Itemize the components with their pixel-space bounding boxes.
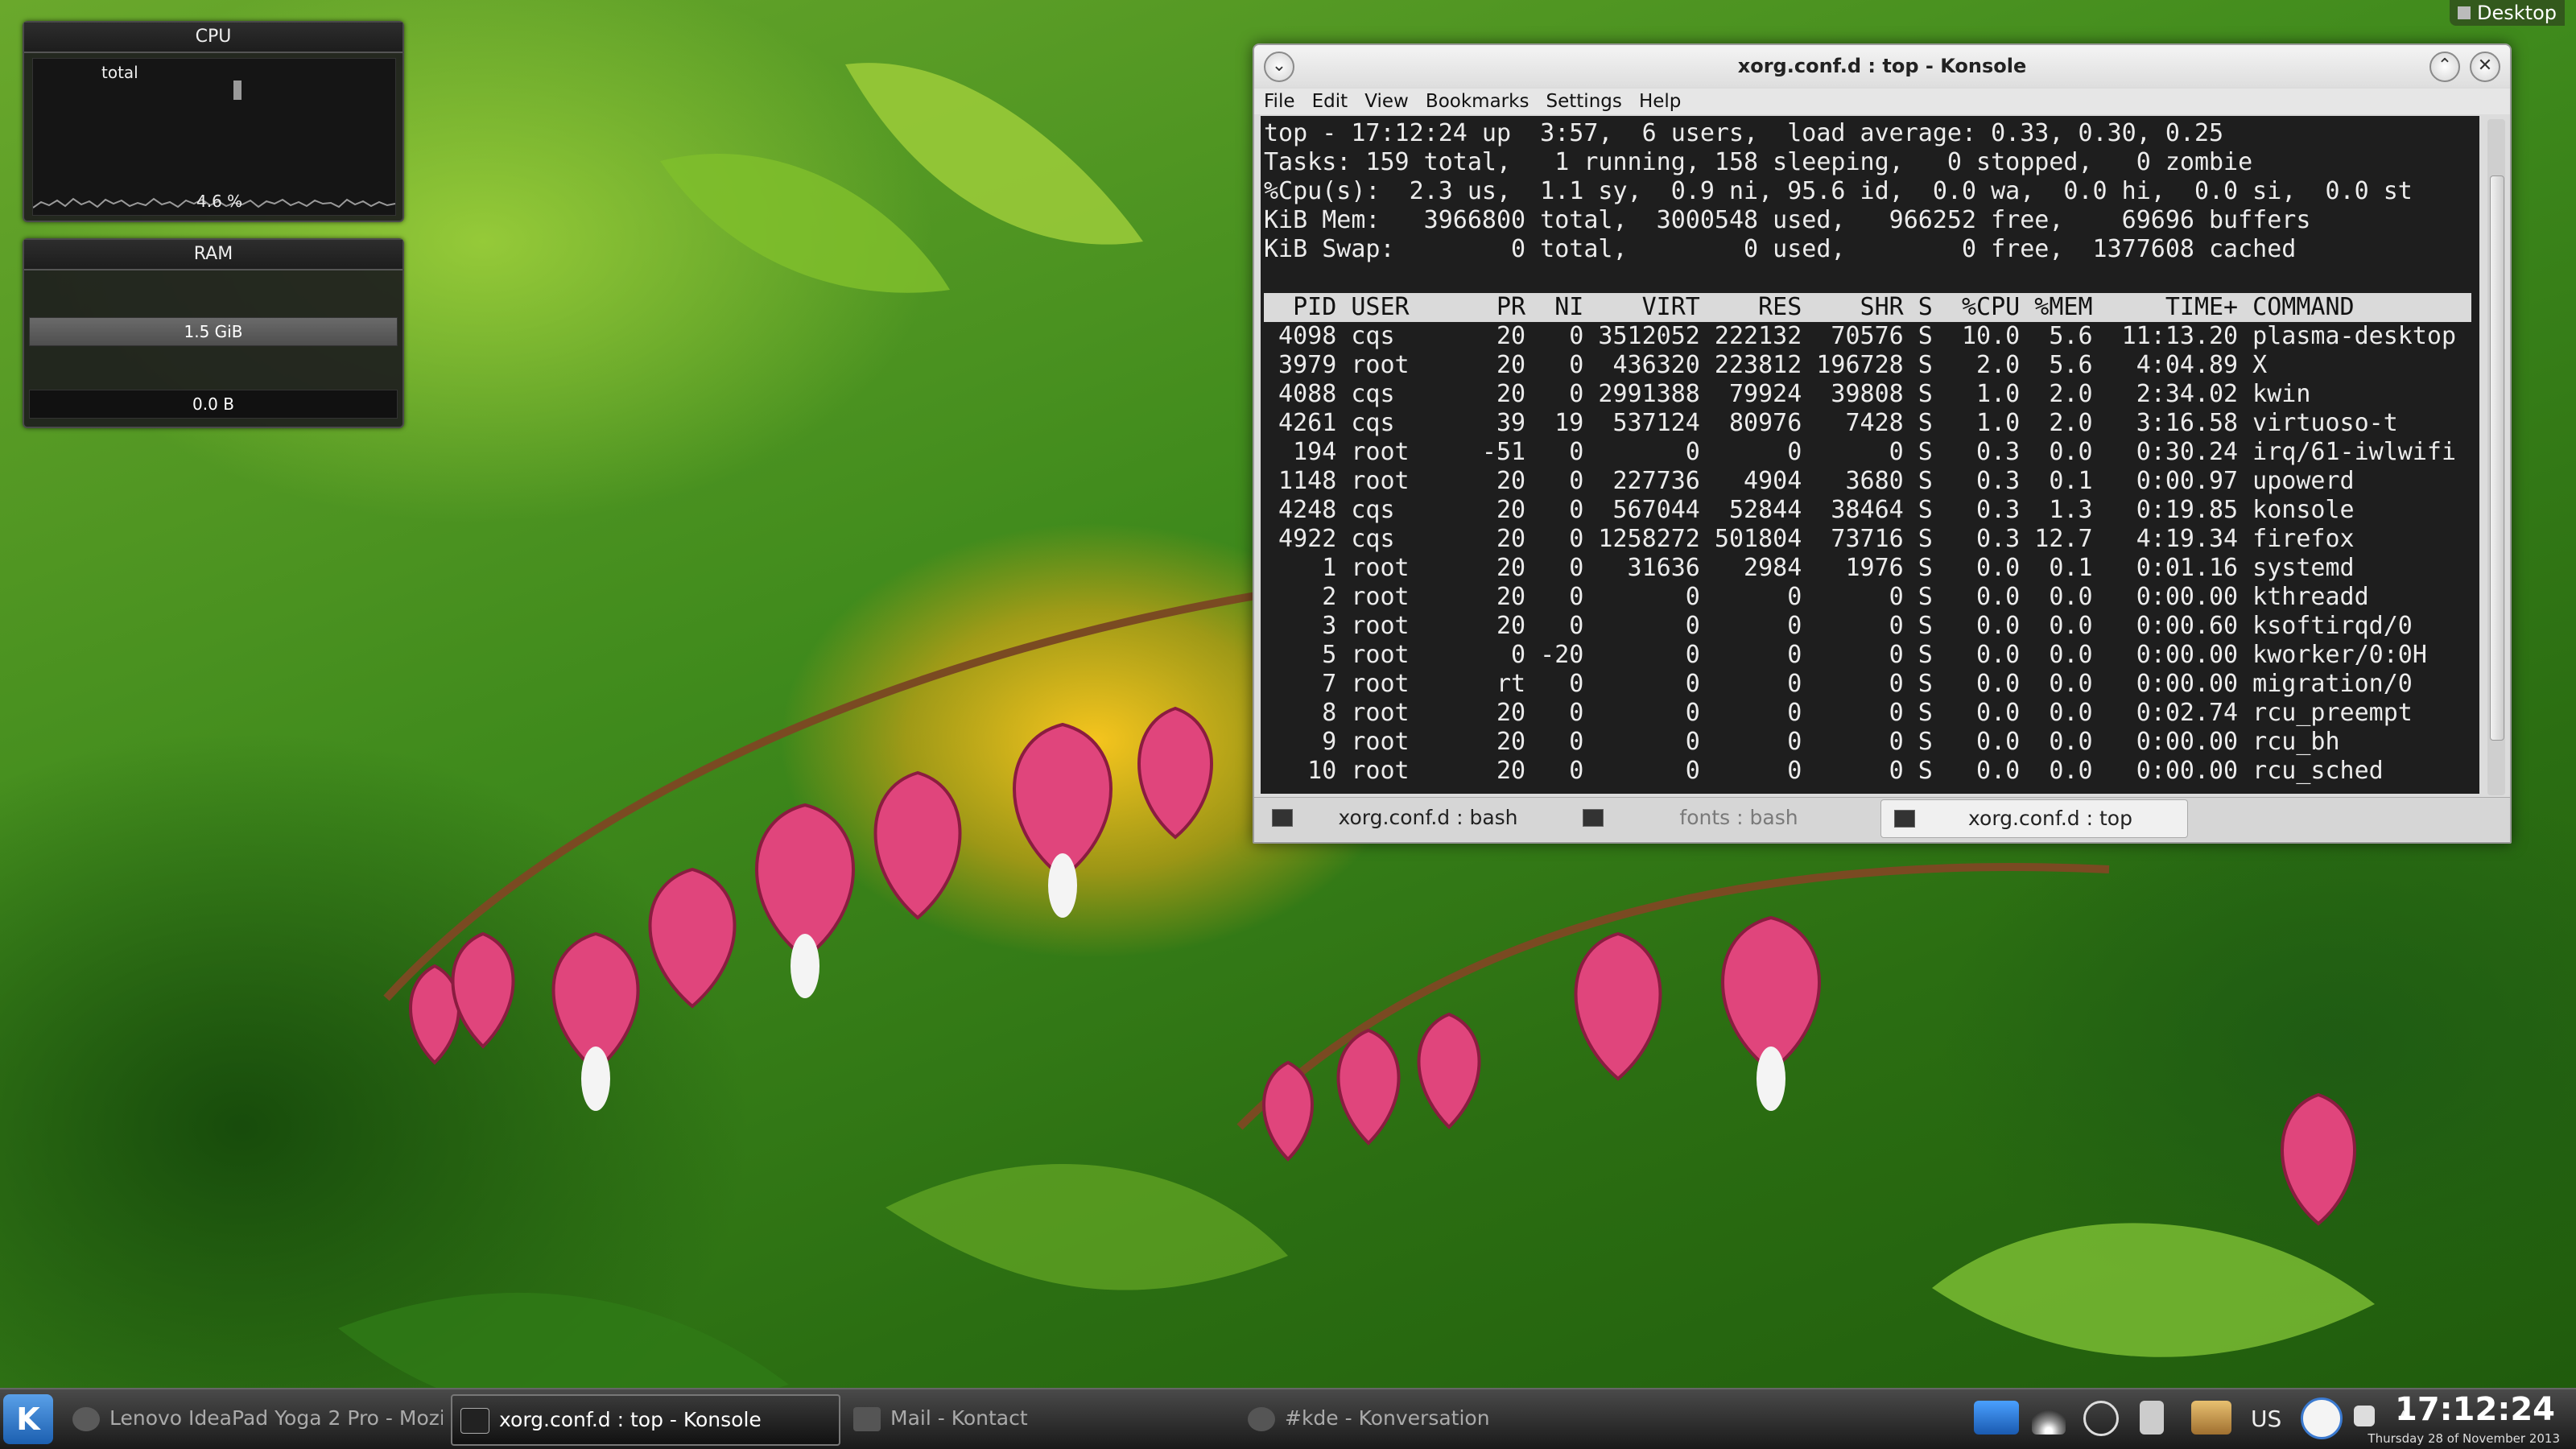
task-label: #kde - Konversation bbox=[1285, 1406, 1490, 1430]
cpu-total-label: total bbox=[101, 63, 138, 82]
tab-label: xorg.conf.d : bash bbox=[1338, 806, 1518, 829]
terminal-scrollbar[interactable] bbox=[2487, 119, 2505, 795]
ram-used-bar: 1.5 GiB bbox=[29, 317, 398, 346]
terminal-icon bbox=[1583, 809, 1604, 827]
ram-widget-title: RAM bbox=[24, 240, 402, 270]
menu-settings[interactable]: Settings bbox=[1546, 89, 1622, 114]
menu-bookmarks[interactable]: Bookmarks bbox=[1426, 89, 1530, 114]
konsole-tabbar: xorg.conf.d : bash fonts : bash xorg.con… bbox=[1254, 797, 2510, 841]
task-konversation[interactable]: #kde - Konversation bbox=[1240, 1394, 1610, 1443]
terminal-icon bbox=[1894, 810, 1915, 828]
chevron-down-icon: ⌄ bbox=[1271, 56, 1287, 76]
menu-view[interactable]: View bbox=[1364, 89, 1409, 114]
process-row: 4088 cqs 20 0 2991388 79924 39808 S 1.0 … bbox=[1264, 380, 2311, 408]
task-label: Lenovo IdeaPad Yoga 2 Pro - Mozill bbox=[109, 1406, 443, 1430]
process-row: 4248 cqs 20 0 567044 52844 38464 S 0.3 1… bbox=[1264, 496, 2355, 524]
tab-xorg-top[interactable]: xorg.conf.d : top bbox=[1880, 799, 2188, 838]
tab-xorg-bash[interactable]: xorg.conf.d : bash bbox=[1259, 799, 1565, 836]
process-row: 4922 cqs 20 0 1258272 501804 73716 S 0.3… bbox=[1264, 525, 2355, 553]
task-firefox[interactable]: Lenovo IdeaPad Yoga 2 Pro - Mozill bbox=[64, 1394, 443, 1443]
ram-monitor-widget[interactable]: RAM 1.5 GiB 0.0 B bbox=[23, 238, 404, 428]
kde-logo-icon: K bbox=[16, 1402, 40, 1437]
clock-icon[interactable] bbox=[2301, 1397, 2343, 1439]
process-row: 4261 cqs 39 19 537124 80976 7428 S 1.0 2… bbox=[1264, 409, 2398, 437]
process-row: 2 root 20 0 0 0 0 S 0.0 0.0 0:00.00 kthr… bbox=[1264, 583, 2369, 611]
terminal-icon bbox=[1272, 809, 1293, 827]
process-row: 7 root rt 0 0 0 0 S 0.0 0.0 0:00.00 migr… bbox=[1264, 670, 2413, 698]
terminal-view[interactable]: top - 17:12:24 up 3:57, 6 users, load av… bbox=[1261, 116, 2479, 794]
clock-time[interactable]: 17:12:24 bbox=[2395, 1391, 2555, 1428]
top-summary-tasks: Tasks: 159 total, 1 running, 158 sleepin… bbox=[1264, 148, 2253, 176]
network-icon[interactable] bbox=[2083, 1401, 2119, 1436]
firefox-icon bbox=[72, 1407, 100, 1431]
display-icon[interactable] bbox=[1974, 1401, 2019, 1435]
wifi-icon[interactable] bbox=[2032, 1401, 2066, 1435]
top-summary-swap: KiB Swap: 0 total, 0 used, 0 free, 13776… bbox=[1264, 235, 2297, 263]
top-summary-cpu: %Cpu(s): 2.3 us, 1.1 sy, 0.9 ni, 95.6 id… bbox=[1264, 177, 2413, 205]
maximize-button[interactable]: ⌃ bbox=[2429, 52, 2460, 82]
scrollbar-thumb[interactable] bbox=[2490, 175, 2504, 741]
desktop-label: Desktop bbox=[2477, 2, 2557, 24]
window-titlebar[interactable]: xorg.conf.d : top - Konsole ⌄ ⌃ ✕ bbox=[1254, 45, 2510, 87]
window-title: xorg.conf.d : top - Konsole bbox=[1737, 55, 2027, 77]
process-row: 4098 cqs 20 0 3512052 222132 70576 S 10.… bbox=[1264, 322, 2457, 350]
mail-icon bbox=[853, 1407, 881, 1431]
battery-icon[interactable] bbox=[2140, 1401, 2164, 1435]
process-row: 1 root 20 0 31636 2984 1976 S 0.0 0.1 0:… bbox=[1264, 554, 2355, 582]
menu-file[interactable]: File bbox=[1264, 89, 1295, 114]
ram-used-value: 1.5 GiB bbox=[184, 322, 243, 341]
top-summary-mem: KiB Mem: 3966800 total, 3000548 used, 96… bbox=[1264, 206, 2311, 234]
window-menu-button[interactable]: ⌄ bbox=[1264, 52, 1294, 82]
process-row: 10 root 20 0 0 0 0 S 0.0 0.0 0:00.00 rcu… bbox=[1264, 757, 2384, 785]
desktop-icon bbox=[2458, 6, 2471, 19]
task-kontact[interactable]: Mail - Kontact bbox=[845, 1394, 1224, 1443]
process-row: 5 root 0 -20 0 0 0 S 0.0 0.0 0:00.00 kwo… bbox=[1264, 641, 2427, 669]
keyboard-layout[interactable]: US bbox=[2251, 1406, 2281, 1432]
konsole-window[interactable]: xorg.conf.d : top - Konsole ⌄ ⌃ ✕ File E… bbox=[1253, 43, 2512, 844]
menu-edit[interactable]: Edit bbox=[1312, 89, 1348, 114]
task-label: Mail - Kontact bbox=[890, 1406, 1028, 1430]
cpu-percent: 4.6 % bbox=[196, 192, 243, 211]
notifications-icon[interactable] bbox=[2354, 1406, 2375, 1426]
process-table-header: PID USER PR NI VIRT RES SHR S %CPU %MEM … bbox=[1264, 293, 2471, 322]
clock-date: Thursday 28 of November 2013 bbox=[2368, 1431, 2560, 1446]
process-row: 194 root -51 0 0 0 0 S 0.3 0.0 0:30.24 i… bbox=[1264, 438, 2457, 466]
process-row: 1148 root 20 0 227736 4904 3680 S 0.3 0.… bbox=[1264, 467, 2355, 495]
menubar: File Edit View Bookmarks Settings Help bbox=[1254, 89, 2510, 114]
close-button[interactable]: ✕ bbox=[2470, 52, 2500, 82]
terminal-icon bbox=[460, 1408, 489, 1434]
swap-used-bar: 0.0 B bbox=[29, 390, 398, 419]
desktop-toolbox[interactable]: Desktop bbox=[2450, 0, 2565, 26]
menu-help[interactable]: Help bbox=[1639, 89, 1681, 114]
tab-label: xorg.conf.d : top bbox=[1968, 807, 2132, 830]
process-row: 9 root 20 0 0 0 0 S 0.0 0.0 0:00.00 rcu_… bbox=[1264, 728, 2340, 756]
kde-menu-button[interactable]: K bbox=[3, 1394, 53, 1444]
close-icon: ✕ bbox=[2477, 56, 2493, 76]
task-label: xorg.conf.d : top - Konsole bbox=[499, 1408, 762, 1431]
process-row: 8 root 20 0 0 0 0 S 0.0 0.0 0:02.74 rcu_… bbox=[1264, 699, 2413, 727]
cpu-level-bar bbox=[233, 80, 242, 100]
tab-fonts-bash[interactable]: fonts : bash bbox=[1570, 799, 1876, 836]
tab-label: fonts : bash bbox=[1679, 806, 1798, 829]
chevron-up-icon: ⌃ bbox=[2437, 56, 2453, 76]
chat-icon bbox=[1248, 1407, 1275, 1431]
cpu-monitor-widget[interactable]: CPU total 4.6 % bbox=[23, 21, 404, 222]
process-row: 3979 root 20 0 436320 223812 196728 S 2.… bbox=[1264, 351, 2268, 379]
taskbar-panel: K Lenovo IdeaPad Yoga 2 Pro - Mozill xor… bbox=[0, 1388, 2576, 1449]
swap-used-value: 0.0 B bbox=[192, 394, 234, 414]
cpu-widget-title: CPU bbox=[24, 23, 402, 53]
process-row: 3 root 20 0 0 0 0 S 0.0 0.0 0:00.60 ksof… bbox=[1264, 612, 2413, 640]
task-konsole[interactable]: xorg.conf.d : top - Konsole bbox=[451, 1394, 840, 1446]
users-icon[interactable] bbox=[2191, 1401, 2231, 1435]
top-summary-uptime: top - 17:12:24 up 3:57, 6 users, load av… bbox=[1264, 119, 2224, 147]
